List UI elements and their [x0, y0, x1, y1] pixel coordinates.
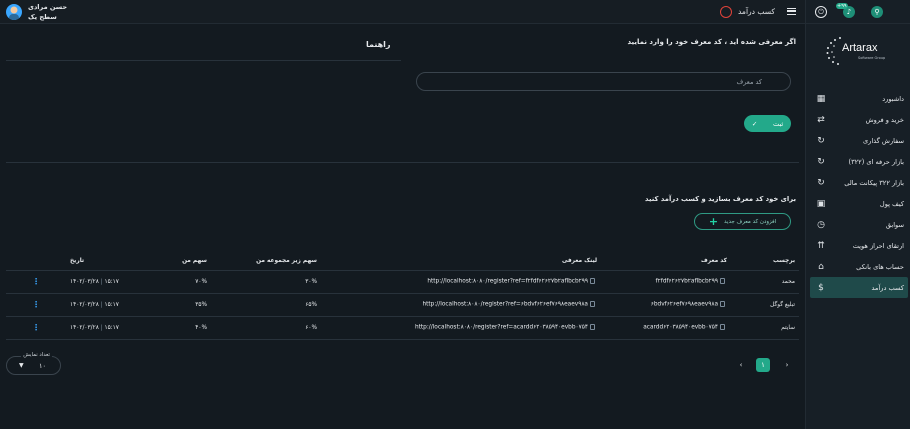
sidebar: ⏻ ⚲ ♪ +۹۹ Artarax Software Group ▦ داشبور… [720, 0, 910, 429]
guide-divider [6, 60, 401, 61]
logo-text: Artarax [842, 42, 878, 54]
chevrons-up-icon: ⇈ [817, 240, 825, 251]
logout-icon[interactable] [720, 6, 732, 18]
col-date: تاریخ [66, 252, 146, 271]
sidebar-item-pro-market[interactable]: ↻ بازار حرفه ای (۳۲۲) [810, 151, 908, 172]
sidebar-item-trade[interactable]: ⇄ خرید و فروش [810, 109, 908, 130]
create-title: برای خود کد معرف بسازید و کسب درآمد کنید [645, 195, 796, 203]
sidebar-item-finance-market[interactable]: ↻ بازار ۳۲۲ پیکانت مالی [810, 172, 908, 193]
copy-icon[interactable] [590, 301, 595, 308]
copy-icon[interactable] [590, 278, 595, 285]
copy-icon[interactable] [590, 324, 595, 331]
row-menu-icon[interactable]: ⋮ [6, 270, 66, 294]
top-bar: حسن مرادی سطح یک کسب درآمد [0, 0, 805, 24]
referral-title: اگر معرفی شده اید ، کد معرف خود را وارد … [627, 38, 796, 46]
row-menu-icon[interactable]: ⋮ [6, 316, 66, 340]
logo-subtext: Software Group [858, 56, 886, 60]
sidebar-item-earn[interactable]: $ کسب درآمد [810, 277, 908, 298]
brand-logo: Artarax Software Group [826, 36, 896, 74]
page-current[interactable]: ۱ [756, 358, 770, 372]
pin-icon[interactable]: ⚲ [871, 6, 883, 18]
sidebar-header: ⏻ ⚲ ♪ +۹۹ [720, 0, 910, 24]
submit-button[interactable]: ✓ ثبت [744, 115, 791, 132]
dollar-icon: $ [818, 282, 824, 293]
per-page-value: ۱۰ [39, 362, 46, 370]
wallet-icon: ▣ [816, 198, 826, 209]
sidebar-item-dashboard[interactable]: ▦ داشبورد [810, 88, 908, 109]
menu-icon[interactable] [787, 8, 796, 15]
sidebar-item-wallet[interactable]: ▣ کیف پول [810, 193, 908, 214]
user-level: سطح یک [28, 13, 57, 21]
sync-icon: ↻ [817, 156, 825, 167]
dashboard-icon: ▦ [816, 93, 826, 104]
col-menu [6, 252, 66, 271]
bank-icon: ⌂ [818, 261, 824, 272]
sync-icon: ↻ [817, 177, 825, 188]
user-name: حسن مرادی [28, 3, 67, 11]
per-page-select[interactable]: تعداد نمایش ۱۰ ▼ [6, 352, 61, 375]
swap-icon: ⇄ [817, 114, 825, 125]
page-prev-button[interactable]: ‹ [734, 358, 748, 372]
referral-code-input[interactable]: کد معرف [416, 72, 791, 91]
sidebar-item-orders[interactable]: ↻ سفارش گذاری [810, 130, 908, 151]
col-link: لینک معرفی [321, 252, 601, 271]
per-page-label: تعداد نمایش [21, 352, 52, 358]
avatar[interactable] [6, 4, 22, 20]
col-sub-share: سهم زیر مجموعه من [211, 252, 321, 271]
sidebar-item-history[interactable]: ◷ سوابق [810, 214, 908, 235]
guide-title: راهنما [366, 40, 391, 49]
copy-icon[interactable] [720, 301, 725, 308]
power-icon[interactable]: ⏻ [815, 6, 827, 18]
col-my-share: سهم من [146, 252, 211, 271]
table-row: ⋮ ۱۴۰۲/۰۳/۲۸ | ۱۵:۱۷ ۳۵% ۶۵% http://loca… [6, 293, 799, 317]
table-row: ⋮ ۱۴۰۲/۰۳/۲۸ | ۱۵:۱۷ ۷۰% ۳۰% http://loca… [6, 270, 799, 294]
history-icon: ◷ [817, 219, 825, 230]
table-row: ⋮ ۱۴۰۲/۰۳/۲۸ | ۱۵:۱۷ ۴۰% ۶۰% http://loca… [6, 316, 799, 340]
table-header-row: تاریخ سهم من سهم زیر مجموعه من لینک معرف… [6, 252, 799, 271]
copy-icon[interactable] [720, 278, 725, 285]
col-label: برچسب [731, 252, 799, 271]
col-code: کد معرف [601, 252, 731, 271]
chevron-down-icon: ▼ [19, 362, 24, 369]
sync-icon: ↻ [817, 135, 825, 146]
notification-badge: +۹۹ [836, 3, 848, 9]
row-menu-icon[interactable]: ⋮ [6, 293, 66, 317]
sidebar-item-kyc[interactable]: ⇈ ارتقای احراز هویت [810, 235, 908, 256]
page-next-button[interactable]: › [780, 358, 794, 372]
section-divider [6, 162, 799, 163]
referral-table: تاریخ سهم من سهم زیر مجموعه من لینک معرف… [6, 252, 799, 340]
add-referral-button[interactable]: افزودن کد معرف جدید + [694, 213, 791, 230]
sidebar-nav: ▦ داشبورد ⇄ خرید و فروش ↻ سفارش گذاری ↻ بازا… [810, 88, 908, 298]
check-icon: ✓ [751, 119, 758, 128]
page-title: کسب درآمد [737, 7, 775, 16]
app-root: حسن مرادی سطح یک کسب درآمد ⏻ ⚲ ♪ +۹۹ Art [0, 0, 910, 429]
copy-icon[interactable] [720, 324, 725, 331]
plus-icon: + [708, 215, 719, 228]
sidebar-item-bank-accounts[interactable]: ⌂ حساب های بانکی [810, 256, 908, 277]
